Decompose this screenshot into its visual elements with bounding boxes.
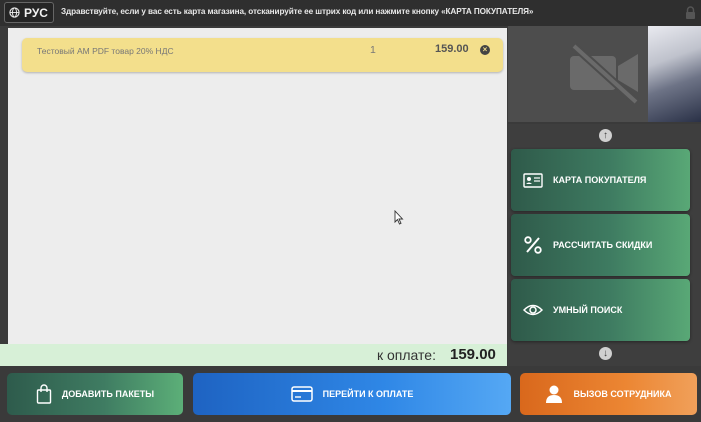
mouse-cursor-icon xyxy=(394,210,404,225)
camera-preview xyxy=(648,26,701,122)
cart-list: Тестовый АМ PDF товар 20% НДС 1 159.00 × xyxy=(8,28,507,344)
greeting-text: Здравствуйте, если у вас есть карта мага… xyxy=(61,7,534,16)
call-staff-label: ВЫЗОВ СОТРУДНИКА xyxy=(573,389,672,399)
globe-icon xyxy=(9,7,20,18)
id-card-icon xyxy=(523,172,543,188)
add-bags-button[interactable]: ДОБАВИТЬ ПАКЕТЫ xyxy=(7,373,183,415)
arrow-up-icon: ↑ xyxy=(603,130,608,141)
total-bar: к оплате: 159.00 xyxy=(0,344,507,366)
person-icon xyxy=(546,385,563,403)
remove-item-icon[interactable]: × xyxy=(480,45,490,55)
scroll-up-button[interactable]: ↑ xyxy=(599,129,612,142)
add-bags-label: ДОБАВИТЬ ПАКЕТЫ xyxy=(61,389,155,399)
smart-search-label: УМНЫЙ ПОИСК xyxy=(553,305,623,315)
camera-off-icon xyxy=(570,43,639,104)
language-label: РУС xyxy=(24,5,48,20)
language-button[interactable]: РУС xyxy=(4,2,54,23)
calculate-discounts-label: РАССЧИТАТЬ СКИДКИ xyxy=(553,240,653,250)
calculate-discounts-button[interactable]: РАССЧИТАТЬ СКИДКИ xyxy=(511,214,690,276)
item-price: 159.00 xyxy=(435,43,469,55)
camera-panel xyxy=(508,26,701,122)
percent-icon xyxy=(524,236,542,254)
go-to-payment-button[interactable]: ПЕРЕЙТИ К ОПЛАТЕ xyxy=(193,373,511,415)
customer-card-button[interactable]: КАРТА ПОКУПАТЕЛЯ xyxy=(511,149,690,211)
lock-icon[interactable] xyxy=(685,6,696,20)
total-value: 159.00 xyxy=(450,346,496,363)
bottom-bar: ДОБАВИТЬ ПАКЕТЫ ПЕРЕЙТИ К ОПЛАТЕ ВЫЗОВ С… xyxy=(0,366,701,422)
payment-card-icon xyxy=(290,386,313,402)
customer-card-label: КАРТА ПОКУПАТЕЛЯ xyxy=(553,175,647,185)
smart-search-button[interactable]: УМНЫЙ ПОИСК xyxy=(511,279,690,341)
item-name: Тестовый АМ PDF товар 20% НДС xyxy=(37,46,174,56)
total-label: к оплате: xyxy=(377,347,436,363)
sidebar: ↑ КАРТА ПОКУПАТЕЛЯ РАССЧИТАТЬ СКИДКИ УМН… xyxy=(508,124,701,366)
call-staff-button[interactable]: ВЫЗОВ СОТРУДНИКА xyxy=(520,373,697,415)
item-quantity: 1 xyxy=(370,44,376,56)
arrow-down-icon: ↓ xyxy=(603,348,608,359)
top-bar: РУС Здравствуйте, если у вас есть карта … xyxy=(0,0,701,26)
shopping-bag-icon xyxy=(36,384,52,404)
eye-icon xyxy=(523,304,543,316)
cart-item[interactable]: Тестовый АМ PDF товар 20% НДС 1 159.00 × xyxy=(22,38,503,72)
scroll-down-button[interactable]: ↓ xyxy=(599,347,612,360)
go-to-payment-label: ПЕРЕЙТИ К ОПЛАТЕ xyxy=(322,389,414,399)
